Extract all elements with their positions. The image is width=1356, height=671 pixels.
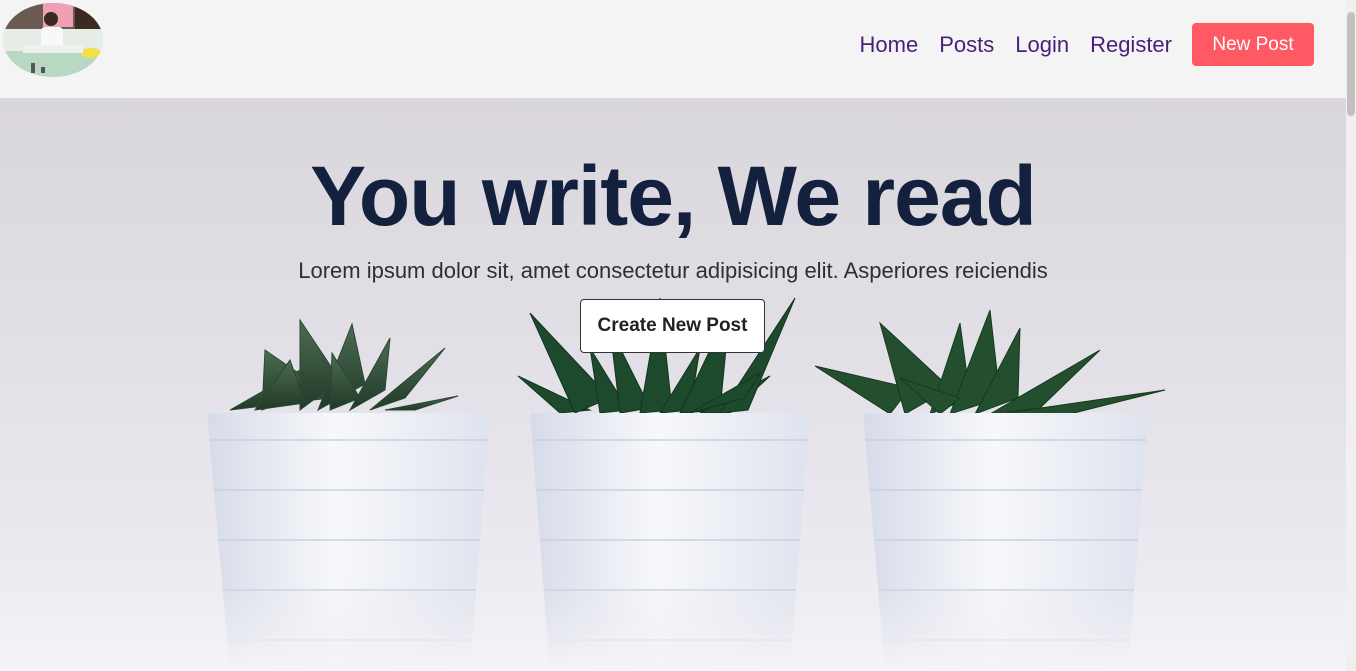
hero-section: You write, We read Lorem ipsum dolor sit…	[0, 98, 1346, 671]
scrollbar-thumb[interactable]	[1347, 12, 1355, 116]
nav-link-posts[interactable]: Posts	[939, 32, 994, 58]
hero-title: You write, We read	[310, 149, 1037, 243]
create-new-post-button[interactable]: Create New Post	[580, 299, 765, 353]
new-post-button[interactable]: New Post	[1192, 23, 1314, 66]
left-plant	[229, 318, 459, 412]
nav-link-home[interactable]: Home	[860, 32, 919, 58]
nav-link-register[interactable]: Register	[1090, 32, 1172, 58]
logo-avatar[interactable]	[3, 3, 103, 77]
nav-links: Home Posts Login Register New Post	[860, 23, 1314, 66]
scrollbar[interactable]	[1346, 0, 1356, 671]
nav-link-login[interactable]: Login	[1015, 32, 1069, 58]
hero-subtitle: Lorem ipsum dolor sit, amet consectetur …	[298, 258, 1048, 283]
navbar: Home Posts Login Register New Post	[0, 0, 1346, 98]
right-plant	[814, 309, 1166, 415]
